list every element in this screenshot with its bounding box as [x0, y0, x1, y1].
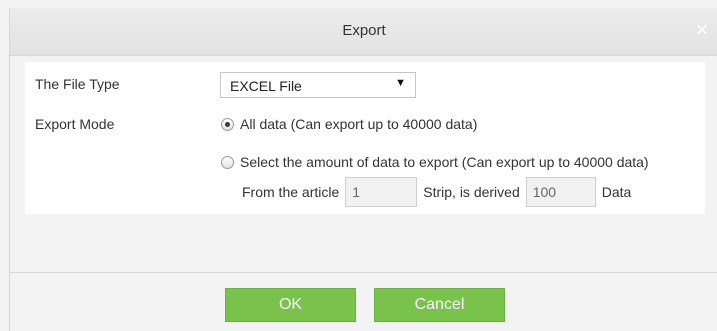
- dialog-title-bar: Export ×: [10, 8, 717, 56]
- chevron-down-icon: ▼: [395, 77, 406, 89]
- file-type-value: EXCEL File: [230, 78, 302, 94]
- data-label: Data: [601, 184, 632, 200]
- close-icon[interactable]: ×: [692, 20, 712, 40]
- cancel-button[interactable]: Cancel: [374, 288, 505, 322]
- option-select-amount[interactable]: Select the amount of data to export (Can…: [221, 152, 649, 172]
- strip-label: Strip, is derived: [423, 184, 520, 200]
- option-all-data-label: All data (Can export up to 40000 data): [240, 116, 478, 132]
- form-panel: The File Type EXCEL File ▼ Export Mode A…: [25, 62, 705, 214]
- dialog-title: Export: [342, 22, 386, 39]
- ok-button[interactable]: OK: [225, 288, 356, 322]
- option-select-amount-label: Select the amount of data to export (Can…: [240, 154, 649, 170]
- file-type-select[interactable]: EXCEL File ▼: [220, 72, 416, 98]
- export-dialog: Export × The File Type EXCEL File ▼ Expo…: [9, 8, 717, 331]
- from-label: From the article: [242, 184, 340, 200]
- radio-all-data[interactable]: [221, 117, 234, 131]
- export-mode-label: Export Mode: [35, 116, 115, 132]
- file-type-label: The File Type: [35, 76, 120, 92]
- count-input[interactable]: [525, 177, 596, 207]
- footer-divider: [10, 272, 717, 273]
- range-row: From the article Strip, is derived Data: [242, 176, 631, 208]
- dialog-body: The File Type EXCEL File ▼ Export Mode A…: [10, 56, 717, 280]
- option-all-data[interactable]: All data (Can export up to 40000 data): [221, 114, 477, 134]
- radio-select-amount[interactable]: [221, 155, 234, 169]
- from-input[interactable]: [345, 177, 418, 207]
